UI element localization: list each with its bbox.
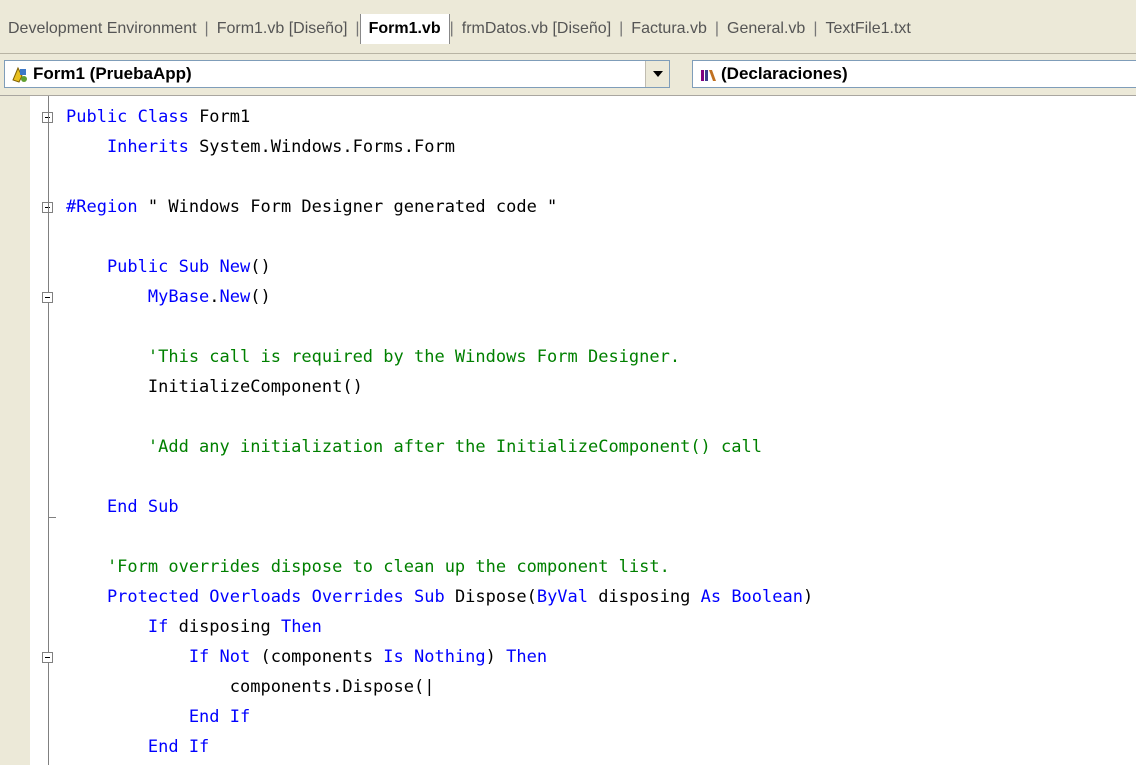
- class-combo-text: Form1 (PruebaApp): [33, 64, 192, 83]
- code-line: MyBase.New(): [66, 282, 271, 312]
- code-token: ): [485, 647, 507, 667]
- code-line: If Not (components Is Nothing) Then: [66, 642, 547, 672]
- class-name-combo[interactable]: Form1 (PruebaApp): [4, 60, 670, 88]
- outline-line: [48, 96, 49, 765]
- tab-form1-vb[interactable]: Form1.vb: [359, 14, 450, 44]
- keyword-token: New: [219, 287, 251, 307]
- code-token: disposing: [168, 617, 281, 637]
- collapse-dispose-icon[interactable]: [42, 652, 53, 663]
- comment-token: 'Add any initialization after the Initia…: [66, 437, 762, 457]
- keyword-token: Then: [280, 617, 322, 637]
- code-token: .: [209, 287, 220, 307]
- code-token: InitializeComponent(): [66, 377, 363, 397]
- code-token: " Windows Form Designer generated code ": [137, 197, 558, 217]
- comment-token: 'Form overrides dispose to clean up the …: [66, 557, 670, 577]
- keyword-token: If: [66, 617, 169, 637]
- chevron-down-icon: [652, 71, 663, 77]
- keyword-token: End If: [66, 707, 251, 727]
- code-token: components.Dispose(|: [66, 677, 435, 697]
- keyword-token: Inherits: [66, 137, 189, 157]
- code-token: (components: [250, 647, 384, 667]
- keyword-token: Then: [506, 647, 548, 667]
- keyword-token: #Region: [66, 197, 138, 217]
- members-icon: [701, 70, 716, 81]
- class-combo-dropdown-button[interactable]: [645, 61, 669, 87]
- code-line: Inherits System.Windows.Forms.Form: [66, 132, 455, 162]
- document-tab-strip: Development Environment | Form1.vb [Diseño…: [0, 0, 1136, 54]
- outline-end-tick: [48, 517, 56, 518]
- method-name-combo[interactable]: (Declaraciones): [692, 60, 1136, 88]
- class-icon: [12, 66, 27, 83]
- code-token: System.Windows.Forms.Form: [188, 137, 455, 157]
- keyword-token: Public Class: [66, 107, 189, 127]
- code-editor[interactable]: Public Class Form1 Inherits System.Windo…: [0, 96, 1136, 765]
- code-line: End If: [66, 702, 250, 732]
- code-navigation-bar: Form1 (PruebaApp) (Declaraciones): [0, 54, 1136, 96]
- keyword-token: Public Sub New: [66, 257, 251, 277]
- code-line: 'Form overrides dispose to clean up the …: [66, 552, 670, 582]
- code-line: components.Dispose(|: [66, 672, 435, 702]
- code-line: End If: [66, 732, 209, 762]
- code-token: disposing: [588, 587, 701, 607]
- keyword-token: Is Nothing: [383, 647, 486, 667]
- keyword-token: Protected Overloads Overrides Sub: [66, 587, 445, 607]
- document-tabs: Development Environment | Form1.vb [Diseño…: [0, 14, 919, 44]
- tab-factura-vb[interactable]: Factura.vb: [623, 14, 715, 44]
- editor-gutter: [0, 96, 30, 765]
- code-line: InitializeComponent(): [66, 372, 363, 402]
- tab-development-environment[interactable]: Development Environment: [0, 14, 205, 44]
- code-line: 'Add any initialization after the Initia…: [66, 432, 762, 462]
- code-token: (): [250, 287, 271, 307]
- code-line: #Region " Windows Form Designer generate…: [66, 192, 557, 222]
- comment-token: 'This call is required by the Windows Fo…: [66, 347, 681, 367]
- code-line: 'This call is required by the Windows Fo…: [66, 342, 680, 372]
- tab-general-vb[interactable]: General.vb: [719, 14, 813, 44]
- code-line: End Sub: [66, 492, 179, 522]
- collapse-sub-icon[interactable]: [42, 292, 53, 303]
- tab-frmdatos-vb-dise-o[interactable]: frmDatos.vb [Diseño]: [454, 14, 619, 44]
- code-token: Dispose(: [444, 587, 537, 607]
- code-token: Form1: [188, 107, 251, 127]
- code-line: If disposing Then: [66, 612, 322, 642]
- keyword-token: If Not: [66, 647, 251, 667]
- keyword-token: End If: [66, 737, 210, 757]
- tab-form1-vb-dise-o[interactable]: Form1.vb [Diseño]: [209, 14, 356, 44]
- code-line: Public Sub New(): [66, 252, 271, 282]
- method-combo-text: (Declaraciones): [721, 64, 848, 83]
- tab-textfile1-txt[interactable]: TextFile1.txt: [817, 14, 918, 44]
- code-token: (): [250, 257, 271, 277]
- code-line: Public Class Form1: [66, 102, 250, 132]
- keyword-token: End Sub: [66, 497, 179, 517]
- code-line: Protected Overloads Overrides Sub Dispos…: [66, 582, 813, 612]
- keyword-token: ByVal: [536, 587, 589, 607]
- keyword-token: As Boolean: [700, 587, 803, 607]
- keyword-token: MyBase: [66, 287, 210, 307]
- code-token: ): [802, 587, 814, 607]
